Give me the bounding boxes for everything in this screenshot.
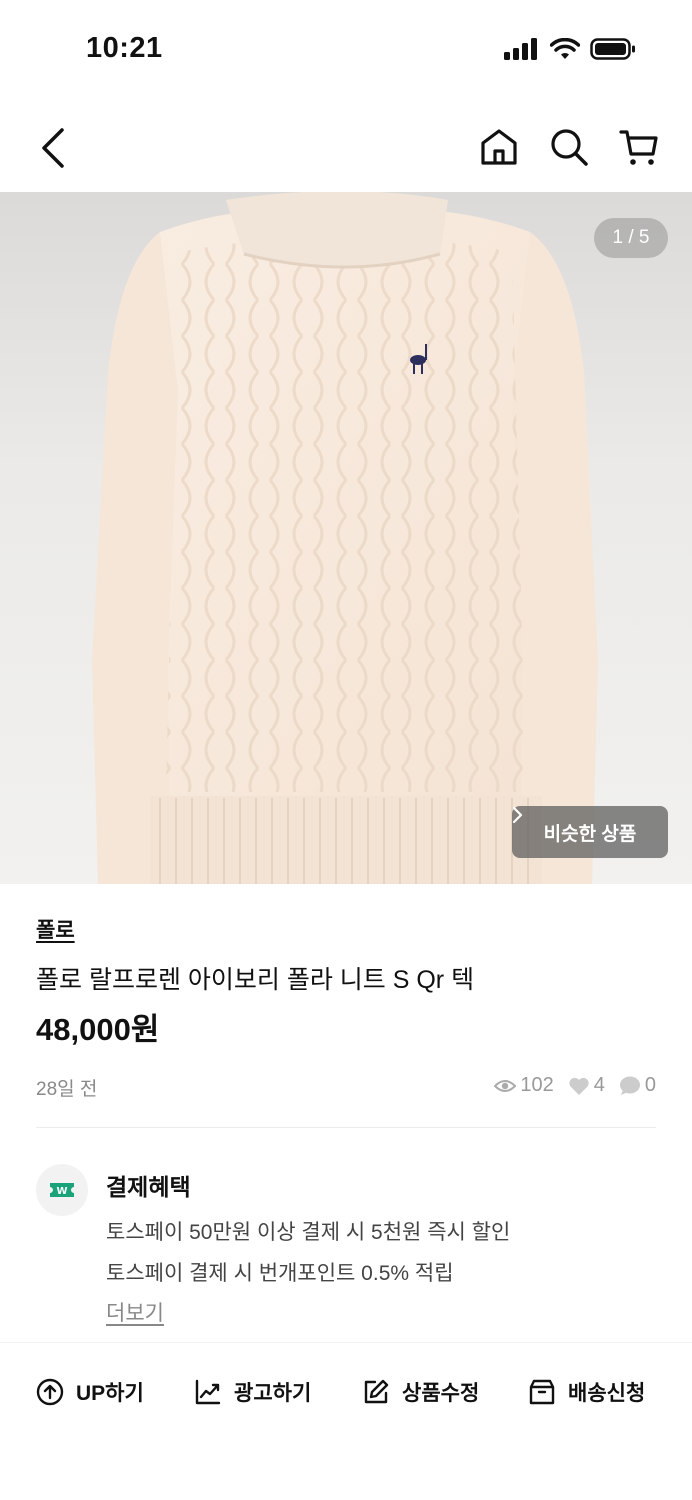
search-icon[interactable] xyxy=(548,126,590,168)
product-price: 48,000원 xyxy=(36,1012,160,1047)
home-icon[interactable] xyxy=(478,126,520,168)
status-time: 10:21 xyxy=(86,32,163,64)
similar-products-label: 비슷한 상품 xyxy=(543,823,637,845)
views-stat: 102 xyxy=(494,1074,554,1097)
arrow-up-circle-icon xyxy=(36,1378,64,1406)
up-button[interactable]: UP하기 xyxy=(36,1377,144,1407)
likes-stat: 4 xyxy=(568,1074,605,1097)
benefit-line-2: 토스페이 결제 시 번개포인트 0.5% 적립 xyxy=(106,1262,454,1285)
posted-time: 28일 전 xyxy=(36,1079,98,1100)
sweater-image xyxy=(92,192,598,884)
edit-product-label: 상품수정 xyxy=(402,1382,480,1405)
battery-icon xyxy=(590,38,635,60)
shipping-request-button[interactable]: 배송신청 xyxy=(528,1377,645,1407)
benefit-more-link[interactable]: 더보기 xyxy=(106,1297,164,1327)
cart-icon[interactable] xyxy=(618,126,660,168)
views-count: 102 xyxy=(520,1074,554,1096)
status-bar: 10:21 xyxy=(0,0,692,100)
back-icon[interactable] xyxy=(34,124,74,172)
benefit-line-1: 토스페이 50만원 이상 결제 시 5천원 즉시 할인 xyxy=(106,1221,511,1244)
product-photo[interactable]: 1 / 5 비슷한 상품 xyxy=(0,192,692,884)
svg-text:W: W xyxy=(56,1186,67,1197)
wifi-icon xyxy=(550,38,580,59)
similar-products-button[interactable]: 비슷한 상품 xyxy=(512,806,668,858)
brand-link[interactable]: 폴로 xyxy=(36,914,75,944)
advertise-label: 광고하기 xyxy=(234,1382,312,1405)
status-icons xyxy=(504,38,636,60)
edit-product-button[interactable]: 상품수정 xyxy=(362,1377,479,1407)
image-counter: 1 / 5 xyxy=(594,218,668,258)
eye-icon xyxy=(494,1079,517,1092)
signal-icon xyxy=(504,38,537,60)
navbar xyxy=(0,100,692,192)
up-label: UP하기 xyxy=(76,1382,144,1405)
chats-stat: 0 xyxy=(619,1074,656,1097)
benefit-title: 결제혜택 xyxy=(106,1174,191,1200)
divider xyxy=(36,1127,656,1128)
won-ticket-icon: W xyxy=(50,1183,74,1197)
product-stats: 102 4 0 xyxy=(486,1074,656,1097)
shipping-request-label: 배송신청 xyxy=(568,1382,646,1405)
edit-icon xyxy=(364,1379,389,1404)
advertise-button[interactable]: 광고하기 xyxy=(194,1377,311,1407)
box-icon xyxy=(529,1379,555,1405)
payment-benefit-icon: W xyxy=(36,1164,88,1216)
chat-icon xyxy=(619,1076,640,1095)
product-title: 폴로 랄프로렌 아이보리 폴라 니트 S Qr 텍 xyxy=(36,966,475,994)
trend-chart-icon xyxy=(195,1379,221,1405)
chats-count: 0 xyxy=(644,1074,656,1096)
likes-count: 4 xyxy=(593,1074,605,1096)
chevron-right-icon xyxy=(512,806,523,824)
action-bar: UP하기 광고하기 상품수정 배송신청 xyxy=(0,1342,692,1440)
heart-icon xyxy=(569,1077,589,1095)
